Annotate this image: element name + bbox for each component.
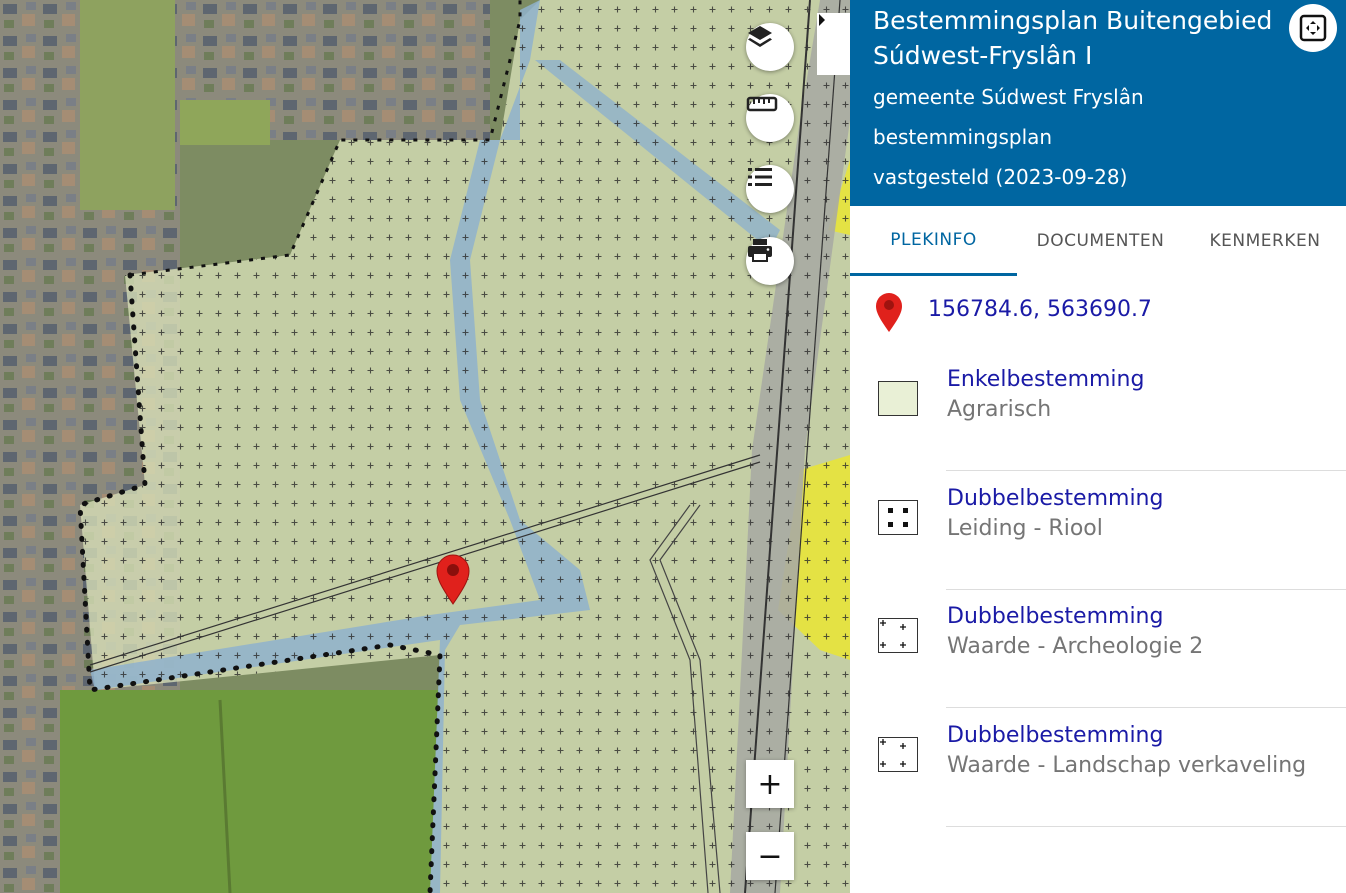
layers-icon: [748, 26, 772, 47]
list-item[interactable]: Dubbelbestemming Waarde - Landschap verk…: [850, 709, 1346, 827]
expand-extent-icon: [1299, 14, 1327, 42]
crosses-swatch-icon: [878, 618, 918, 653]
plan-title: Bestemmingsplan Buitengebied Súdwest-Fry…: [873, 6, 1273, 70]
zoom-to-extent-button[interactable]: [1289, 4, 1337, 52]
divider: [946, 470, 1346, 471]
entry-title[interactable]: Enkelbestemming: [947, 367, 1144, 392]
measure-button[interactable]: [746, 94, 794, 142]
layers-button[interactable]: [746, 23, 794, 71]
zoom-in-button[interactable]: +: [746, 760, 794, 808]
entry-subtitle: Agrarisch: [947, 397, 1052, 422]
info-panel: Bestemmingsplan Buitengebied Súdwest-Fry…: [850, 0, 1346, 893]
plan-status: vastgesteld (2023-09-28): [873, 165, 1128, 189]
entry-title[interactable]: Dubbelbestemming: [947, 723, 1163, 748]
list-item[interactable]: Dubbelbestemming Waarde - Archeologie 2: [850, 590, 1346, 708]
entry-subtitle: Leiding - Riool: [947, 516, 1103, 541]
agrarisch-swatch-icon: [878, 381, 918, 416]
legend-button[interactable]: [746, 165, 794, 213]
map-pin-icon: [875, 292, 903, 338]
plan-municipality: gemeente Súdwest Fryslân: [873, 85, 1144, 109]
map-view[interactable]: + −: [0, 0, 850, 893]
ruler-icon: [746, 96, 778, 112]
list-item[interactable]: Enkelbestemming Agrarisch: [850, 353, 1346, 471]
entry-title[interactable]: Dubbelbestemming: [947, 486, 1163, 511]
tab-bar: PLEKINFO DOCUMENTEN KENMERKEN: [850, 206, 1346, 276]
list-item[interactable]: Dubbelbestemming Leiding - Riool: [850, 472, 1346, 590]
tab-kenmerken[interactable]: KENMERKEN: [1184, 206, 1346, 276]
dots-swatch-icon: [878, 500, 918, 535]
collapse-panel-button[interactable]: [817, 13, 850, 75]
divider: [946, 826, 1346, 827]
entry-subtitle: Waarde - Landschap verkaveling: [947, 753, 1307, 778]
zoom-out-button[interactable]: −: [746, 832, 794, 880]
plan-type: bestemmingsplan: [873, 125, 1053, 149]
location-coordinates[interactable]: 156784.6, 563690.7: [928, 297, 1152, 322]
caret-right-icon: [819, 14, 825, 26]
entry-subtitle: Waarde - Archeologie 2: [947, 634, 1204, 659]
list-icon: [748, 168, 772, 186]
printer-icon: [748, 239, 772, 262]
crosses-swatch-icon: [878, 737, 918, 772]
map-canvas[interactable]: [0, 0, 850, 893]
entry-title[interactable]: Dubbelbestemming: [947, 604, 1163, 629]
tab-plekinfo[interactable]: PLEKINFO: [850, 206, 1017, 276]
plan-header: Bestemmingsplan Buitengebied Súdwest-Fry…: [850, 0, 1346, 206]
tab-documenten[interactable]: DOCUMENTEN: [1017, 206, 1184, 276]
divider: [946, 707, 1346, 708]
print-button[interactable]: [746, 237, 794, 285]
